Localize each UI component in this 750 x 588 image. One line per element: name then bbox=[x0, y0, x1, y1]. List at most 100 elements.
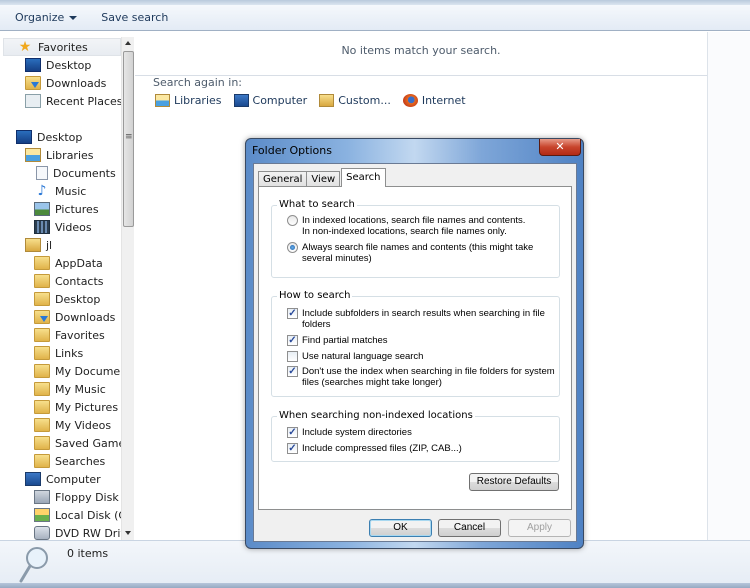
search-again-internet[interactable]: Internet bbox=[402, 94, 466, 107]
chevron-down-icon bbox=[69, 15, 78, 20]
nav-item-music[interactable]: ♪ Music bbox=[34, 182, 87, 200]
nav-item-floppy[interactable]: Floppy Disk Drive bbox=[34, 488, 121, 506]
option-line: In non-indexed locations, search file na… bbox=[302, 226, 507, 237]
nav-item-my-pictures[interactable]: My Pictures bbox=[34, 398, 118, 416]
nav-item-desktop-fav[interactable]: Desktop bbox=[25, 56, 91, 74]
nav-item-documents[interactable]: Documents bbox=[34, 164, 116, 182]
close-button[interactable]: ✕ bbox=[539, 139, 581, 156]
nav-item-pictures[interactable]: Pictures bbox=[34, 200, 99, 218]
item-count: 0 items bbox=[67, 547, 109, 560]
dvd-drive-icon bbox=[34, 526, 50, 540]
nav-item-searches[interactable]: Searches bbox=[34, 452, 105, 470]
tab-search[interactable]: Search bbox=[341, 168, 386, 187]
group-label: What to search bbox=[277, 199, 357, 210]
nav-item-label: Recent Places bbox=[46, 94, 121, 108]
command-bar: Organize Save search bbox=[0, 5, 750, 31]
checkbox-checked[interactable]: ✓ bbox=[287, 443, 298, 454]
contacts-folder-icon bbox=[34, 274, 50, 288]
checkbox-checked[interactable]: ✓ bbox=[287, 366, 298, 377]
option-line: files (searches might take longer) bbox=[302, 377, 442, 388]
nav-item-label: Documents bbox=[53, 166, 116, 180]
nav-item-label: Favorites bbox=[38, 40, 88, 54]
nav-item-contacts[interactable]: Contacts bbox=[34, 272, 104, 290]
search-magnifier-icon bbox=[19, 547, 48, 583]
nav-item-user-favorites[interactable]: Favorites bbox=[34, 326, 105, 344]
nav-item-desktop[interactable]: Desktop bbox=[16, 128, 82, 146]
nav-item-favorites[interactable]: ★ Favorites bbox=[3, 38, 121, 56]
navigation-pane: ★ Favorites Desktop Downloads Recent Plac… bbox=[0, 32, 121, 540]
videos-folder-icon bbox=[34, 418, 50, 432]
nav-item-my-documents[interactable]: My Documents bbox=[34, 362, 121, 380]
non-indexed-group: When searching non-indexed locations ✓ I… bbox=[271, 410, 560, 462]
nav-item-computer[interactable]: Computer bbox=[25, 470, 101, 488]
nav-item-label: My Videos bbox=[55, 418, 112, 432]
nav-item-user-jl[interactable]: jl bbox=[25, 236, 52, 254]
radio-indexed-locations[interactable]: In indexed locations, search file names … bbox=[287, 215, 525, 237]
option-label: Use natural language search bbox=[302, 351, 424, 362]
firefox-icon bbox=[402, 94, 418, 107]
radio-always-search[interactable]: Always search file names and contents (t… bbox=[287, 242, 533, 264]
folder-icon bbox=[34, 256, 50, 270]
nav-item-my-music[interactable]: My Music bbox=[34, 380, 106, 398]
nav-item-downloads-fav[interactable]: Downloads bbox=[25, 74, 106, 92]
group-label: When searching non-indexed locations bbox=[277, 410, 475, 421]
ok-button[interactable]: OK bbox=[369, 519, 432, 537]
nav-item-my-videos[interactable]: My Videos bbox=[34, 416, 111, 434]
pictures-folder-icon bbox=[34, 400, 50, 414]
option-line: Always search file names and contents (t… bbox=[302, 242, 534, 253]
saved-games-folder-icon bbox=[34, 436, 50, 450]
checkbox-dont-use-index[interactable]: ✓ Don't use the index when searching in … bbox=[287, 366, 555, 388]
nav-item-local-disk[interactable]: Local Disk (C:) bbox=[34, 506, 121, 524]
scroll-down-button[interactable] bbox=[122, 527, 135, 540]
radio-button[interactable] bbox=[287, 215, 298, 226]
desktop-icon bbox=[16, 130, 32, 144]
nav-item-recent-places[interactable]: Recent Places bbox=[25, 92, 121, 110]
nav-scrollbar[interactable] bbox=[121, 37, 134, 540]
nav-item-label: Computer bbox=[46, 472, 101, 486]
downloads-folder-icon bbox=[25, 76, 41, 90]
nav-item-label: Saved Games bbox=[55, 436, 121, 450]
cancel-button[interactable]: Cancel bbox=[438, 519, 501, 537]
search-again-custom[interactable]: Custom... bbox=[319, 94, 391, 107]
nav-item-appdata[interactable]: AppData bbox=[34, 254, 103, 272]
custom-folder-icon bbox=[319, 94, 335, 107]
search-again-libraries[interactable]: Libraries bbox=[155, 94, 222, 107]
tab-view[interactable]: View bbox=[306, 171, 341, 187]
nav-item-links[interactable]: Links bbox=[34, 344, 83, 362]
checkbox-checked[interactable]: ✓ bbox=[287, 427, 298, 438]
restore-defaults-button[interactable]: Restore Defaults bbox=[469, 473, 559, 491]
nav-item-libraries[interactable]: Libraries bbox=[25, 146, 94, 164]
scroll-up-button[interactable] bbox=[122, 37, 135, 50]
location-label: Libraries bbox=[174, 94, 222, 107]
organize-button[interactable]: Organize bbox=[0, 5, 89, 30]
checkbox-checked[interactable]: ✓ bbox=[287, 335, 298, 346]
nav-item-user-desktop[interactable]: Desktop bbox=[34, 290, 100, 308]
checkbox-system-directories[interactable]: ✓ Include system directories bbox=[287, 427, 412, 438]
scroll-thumb[interactable] bbox=[123, 51, 134, 227]
nav-item-label: My Pictures bbox=[55, 400, 119, 414]
folder-options-dialog: Folder Options ✕ General View Search Wha… bbox=[245, 138, 584, 549]
nav-item-label: Downloads bbox=[55, 310, 116, 324]
documents-folder-icon bbox=[34, 364, 50, 378]
tab-general[interactable]: General bbox=[258, 171, 308, 187]
save-search-button[interactable]: Save search bbox=[89, 5, 180, 30]
checkbox-checked[interactable]: ✓ bbox=[287, 308, 298, 319]
checkbox-natural-language[interactable]: Use natural language search bbox=[287, 351, 423, 362]
videos-icon bbox=[34, 220, 50, 234]
nav-item-user-downloads[interactable]: Downloads bbox=[34, 308, 115, 326]
search-again-computer[interactable]: Computer bbox=[233, 94, 307, 107]
checkbox-partial-matches[interactable]: ✓ Find partial matches bbox=[287, 335, 388, 346]
checkbox-unchecked[interactable] bbox=[287, 351, 298, 362]
desktop-folder-icon bbox=[34, 292, 50, 306]
search-tab-panel: What to search In indexed locations, sea… bbox=[258, 186, 572, 510]
checkbox-compressed-files[interactable]: ✓ Include compressed files (ZIP, CAB...) bbox=[287, 443, 462, 454]
nav-item-saved-games[interactable]: Saved Games bbox=[34, 434, 121, 452]
nav-item-label: Favorites bbox=[55, 328, 105, 342]
radio-button-selected[interactable] bbox=[287, 242, 298, 253]
checkbox-include-subfolders[interactable]: ✓ Include subfolders in search results w… bbox=[287, 308, 545, 330]
apply-button[interactable]: Apply bbox=[508, 519, 571, 537]
how-to-search-group: How to search ✓ Include subfolders in se… bbox=[271, 290, 560, 397]
computer-icon bbox=[25, 472, 41, 486]
nav-item-videos[interactable]: Videos bbox=[34, 218, 92, 236]
nav-item-dvd-drive[interactable]: DVD RW Drive ( bbox=[34, 524, 121, 540]
